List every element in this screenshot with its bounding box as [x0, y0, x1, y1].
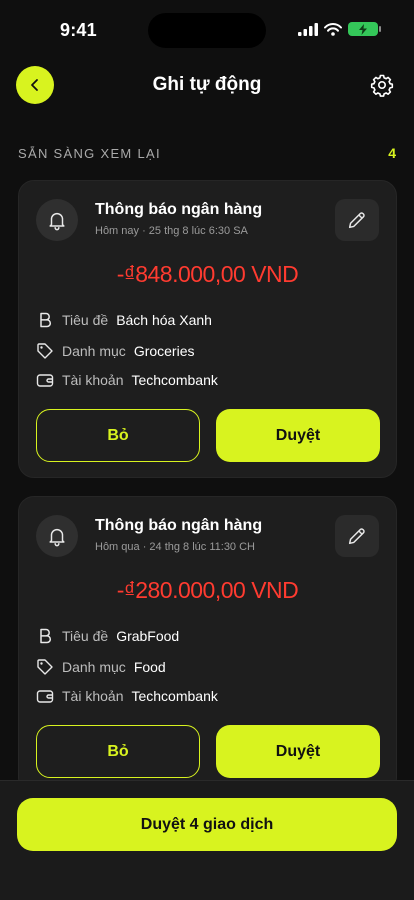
tag-icon — [37, 659, 53, 675]
detail-value: GrabFood — [116, 628, 180, 644]
approve-button[interactable]: Duyệt — [216, 409, 380, 462]
bold-text-icon — [40, 312, 51, 328]
approve-all-button[interactable]: Duyệt 4 giao dịch — [17, 798, 397, 851]
section-count: 4 — [388, 145, 396, 161]
card-title: Thông báo ngân hàng — [95, 517, 263, 534]
detail-label: Tài khoản — [62, 372, 124, 388]
edit-button[interactable] — [335, 199, 379, 241]
detail-value: Food — [133, 659, 166, 675]
card-subtitle: Hôm qua · 24 thg 8 lúc 11:30 CH — [95, 541, 255, 553]
detail-payee: Tiêu đề GrabFood — [36, 627, 179, 645]
charging-bolt-icon — [359, 23, 367, 35]
settings-button[interactable] — [370, 73, 394, 97]
cellular-signal-icon — [298, 22, 318, 36]
detail-value: Bách hóa Xanh — [116, 312, 212, 328]
detail-label: Danh mục — [62, 659, 126, 675]
tag-icon — [37, 343, 53, 359]
skip-button[interactable]: Bỏ — [36, 409, 200, 462]
battery-icon — [348, 22, 381, 36]
section-header: SẴN SÀNG XEM LẠI 4 — [18, 145, 396, 161]
wallet-icon — [36, 690, 54, 703]
detail-account: Tài khoản Techcombank — [36, 687, 218, 705]
dynamic-island — [148, 13, 266, 48]
detail-label: Tiêu đề — [62, 628, 109, 644]
detail-value: Techcombank — [131, 688, 218, 704]
card-subtitle: Hôm nay · 25 thg 8 lúc 6:30 SA — [95, 225, 248, 237]
detail-payee: Tiêu đề Bách hóa Xanh — [36, 311, 212, 329]
transaction-card: Thông báo ngân hàng Hôm qua · 24 thg 8 l… — [18, 496, 397, 794]
bell-icon — [49, 212, 65, 231]
wifi-icon — [324, 22, 342, 36]
pencil-icon — [348, 528, 365, 545]
detail-value: Groceries — [133, 343, 195, 359]
detail-label: Tài khoản — [62, 688, 124, 704]
wallet-icon — [36, 374, 54, 387]
detail-category: Danh mục Groceries — [36, 342, 195, 360]
skip-button[interactable]: Bỏ — [36, 725, 200, 778]
card-icon — [36, 515, 78, 557]
transaction-card: Thông báo ngân hàng Hôm nay · 25 thg 8 l… — [18, 180, 397, 478]
detail-value: Techcombank — [131, 372, 218, 388]
section-label: SẴN SÀNG XEM LẠI — [18, 145, 161, 161]
status-time: 9:41 — [60, 20, 97, 40]
bold-text-icon — [40, 628, 51, 644]
gear-icon — [370, 74, 394, 97]
detail-category: Danh mục Food — [36, 658, 166, 676]
bell-icon — [49, 528, 65, 547]
detail-label: Danh mục — [62, 343, 126, 359]
card-title: Thông báo ngân hàng — [95, 201, 263, 218]
header: Ghi tự động — [0, 64, 414, 108]
detail-account: Tài khoản Techcombank — [36, 371, 218, 389]
transaction-amount: -₫280.000,00 VND — [116, 577, 299, 603]
approve-button[interactable]: Duyệt — [216, 725, 380, 778]
bottom-action-bar: Duyệt 4 giao dịch — [0, 780, 414, 900]
detail-label: Tiêu đề — [62, 312, 109, 328]
card-icon — [36, 199, 78, 241]
transaction-amount: -₫848.000,00 VND — [116, 261, 299, 287]
edit-button[interactable] — [335, 515, 379, 557]
status-icons — [298, 22, 381, 36]
page-title: Ghi tự động — [152, 74, 262, 95]
pencil-icon — [348, 212, 365, 229]
status-bar: 9:41 — [0, 0, 414, 56]
